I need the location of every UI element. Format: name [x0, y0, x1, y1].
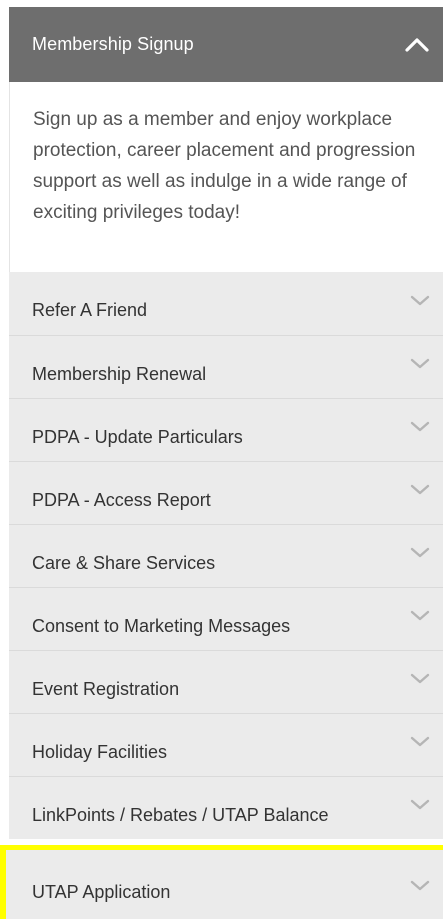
chevron-down-icon[interactable] [407, 543, 433, 561]
item-label: Refer A Friend [32, 300, 148, 320]
intro-text: Sign up as a member and enjoy workplace … [33, 109, 416, 223]
item-label: Care & Share Services [32, 552, 216, 573]
chevron-down-icon[interactable] [407, 354, 433, 372]
item-label: PDPA - Update Particulars [32, 426, 243, 447]
item-label: Consent to Marketing Messages [32, 615, 291, 636]
item-label: UTAP Application [32, 881, 171, 902]
chevron-down-icon[interactable] [407, 795, 433, 813]
chevron-down-icon[interactable] [407, 417, 433, 435]
item-label: Event Registration [32, 678, 180, 699]
chevron-down-icon[interactable] [407, 606, 433, 624]
membership-signup-header[interactable]: Membership Signup [9, 7, 443, 82]
accordion-item-care-share-services[interactable]: Care & Share Services [9, 524, 443, 587]
item-label: Membership Renewal [32, 363, 207, 384]
accordion-item-pdpa-update-particulars[interactable]: PDPA - Update Particulars [9, 398, 443, 461]
accordion-item-linkpoints-rebates-utap-balance[interactable]: LinkPoints / Rebates / UTAP Balance [9, 776, 443, 839]
accordion-item-refer-a-friend[interactable]: Refer A Friend [9, 272, 443, 335]
item-label: PDPA - Access Report [32, 489, 211, 510]
item-label: LinkPoints / Rebates / UTAP Balance [32, 804, 329, 825]
panel-title: Membership Signup [32, 34, 194, 54]
accordion-item-event-registration[interactable]: Event Registration [9, 650, 443, 713]
chevron-down-icon[interactable] [407, 876, 433, 894]
accordion-menu: Membership Signup Sign up as a member an… [0, 0, 444, 919]
accordion-item-pdpa-access-report[interactable]: PDPA - Access Report [9, 461, 443, 524]
chevron-down-icon[interactable] [407, 480, 433, 498]
accordion-item-membership-renewal[interactable]: Membership Renewal [9, 335, 443, 398]
accordion-item-list: Refer A Friend Membership Renewal PDPA -… [0, 272, 443, 919]
accordion-item-holiday-facilities[interactable]: Holiday Facilities [9, 713, 443, 776]
accordion-item-consent-marketing-messages[interactable]: Consent to Marketing Messages [9, 587, 443, 650]
chevron-down-icon[interactable] [407, 669, 433, 687]
chevron-down-icon[interactable] [407, 732, 433, 750]
membership-signup-description: Sign up as a member and enjoy workplace … [9, 82, 443, 272]
accordion-item-utap-application[interactable]: UTAP Application [0, 845, 443, 919]
chevron-down-icon[interactable] [407, 291, 433, 309]
chevron-up-icon[interactable] [401, 33, 433, 57]
item-label: Holiday Facilities [32, 741, 168, 762]
